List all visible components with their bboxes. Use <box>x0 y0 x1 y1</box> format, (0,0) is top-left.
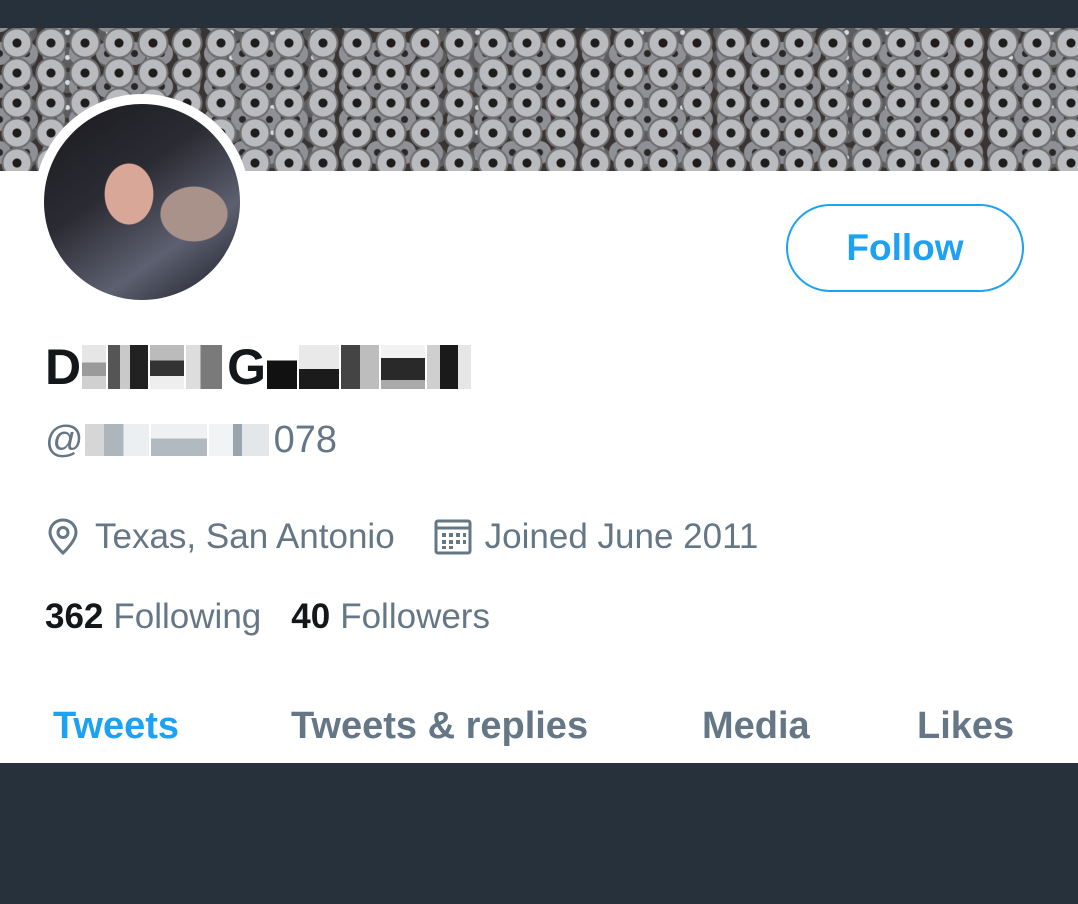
tab-media[interactable]: Media <box>702 698 810 754</box>
followers-label: Followers <box>340 597 490 636</box>
redaction-pixelation <box>82 345 107 389</box>
tab-tweets[interactable]: Tweets <box>53 698 179 754</box>
bottom-frame <box>0 763 1078 904</box>
redaction-pixelation <box>108 345 149 389</box>
calendar-icon <box>434 519 472 555</box>
profile-card: Follow D G @ 078 Texas, San Antonio Join… <box>0 28 1078 763</box>
redaction-pixelation <box>267 345 298 389</box>
redaction-pixelation <box>150 424 207 456</box>
followers-count: 40 <box>291 597 331 636</box>
handle: @ 078 <box>45 416 337 464</box>
avatar[interactable] <box>34 94 250 310</box>
followers-stat[interactable]: 40 Followers <box>291 597 490 637</box>
following-count: 362 <box>45 597 104 636</box>
following-stat[interactable]: 362 Following <box>45 597 261 637</box>
location-text: Texas, San Antonio <box>95 517 395 556</box>
handle-suffix: 078 <box>273 419 337 461</box>
profile-tabs: Tweets Tweets & replies Media Likes <box>0 698 1078 758</box>
handle-at: @ <box>45 419 84 461</box>
following-label: Following <box>113 597 262 636</box>
follow-stats: 362 Following 40 Followers <box>45 594 490 640</box>
redaction-pixelation <box>186 345 223 389</box>
redaction-pixelation <box>341 345 380 389</box>
follow-button[interactable]: Follow <box>786 204 1024 292</box>
display-name: D G <box>45 336 472 398</box>
redaction-pixelation <box>150 345 185 389</box>
avatar-image <box>44 104 240 300</box>
tab-likes[interactable]: Likes <box>917 698 1014 754</box>
profile-meta: Texas, San Antonio Joined June 2011 <box>45 514 758 560</box>
redaction-pixelation <box>208 424 269 456</box>
redaction-pixelation <box>84 424 149 456</box>
display-name-initial: D <box>45 339 82 395</box>
redaction-pixelation <box>299 345 340 389</box>
map-pin-icon <box>48 518 78 556</box>
tab-tweets-replies[interactable]: Tweets & replies <box>291 698 588 754</box>
redaction-pixelation <box>381 345 426 389</box>
redaction-pixelation <box>427 345 472 389</box>
display-name-mid: G <box>227 339 267 395</box>
joined-text: Joined June 2011 <box>484 517 759 556</box>
